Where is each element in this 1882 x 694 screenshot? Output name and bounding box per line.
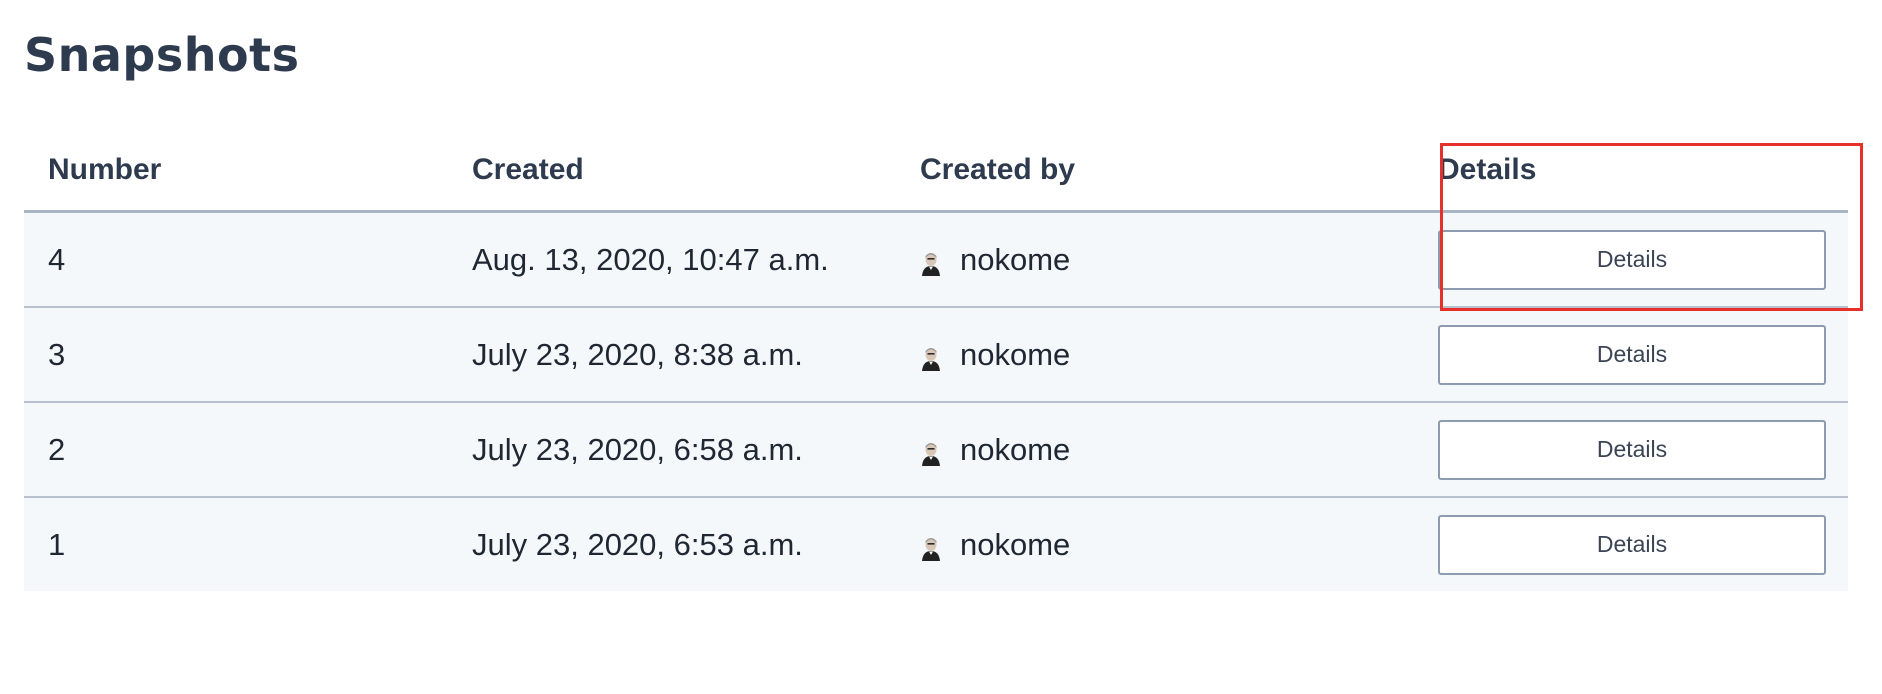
snapshot-details-cell: Details: [1438, 211, 1848, 308]
page-title: Snapshots: [24, 28, 300, 82]
snapshots-table: Number Created Created by Details 4 Aug.…: [24, 130, 1848, 591]
details-button[interactable]: Details: [1438, 514, 1826, 575]
table-header: Number Created Created by Details: [24, 130, 1848, 213]
snapshot-created: July 23, 2020, 6:58 a.m.: [472, 402, 920, 498]
table-row: 4 Aug. 13, 2020, 10:47 a.m. nokome Detai…: [24, 211, 1848, 308]
user-avatar-icon[interactable]: [920, 248, 942, 276]
table-row: 3 July 23, 2020, 8:38 a.m. nokome Detail…: [24, 307, 1848, 403]
table-row: 1 July 23, 2020, 6:53 a.m. nokome Detail…: [24, 497, 1848, 591]
snapshot-created-by: nokome: [920, 402, 1438, 498]
snapshot-created-by: nokome: [920, 307, 1438, 403]
creator-username[interactable]: nokome: [960, 527, 1070, 563]
snapshot-details-cell: Details: [1438, 497, 1848, 591]
snapshot-created: July 23, 2020, 8:38 a.m.: [472, 307, 920, 403]
snapshot-number: 3: [24, 307, 472, 403]
creator-username[interactable]: nokome: [960, 242, 1070, 278]
snapshot-created: Aug. 13, 2020, 10:47 a.m.: [472, 211, 920, 308]
column-header-created-by[interactable]: Created by: [920, 130, 1438, 213]
details-button[interactable]: Details: [1438, 324, 1826, 385]
snapshot-created-by: nokome: [920, 211, 1438, 308]
column-header-number[interactable]: Number: [24, 130, 472, 213]
user-avatar-icon[interactable]: [920, 343, 942, 371]
column-header-created[interactable]: Created: [472, 130, 920, 213]
table-header-row: Number Created Created by Details: [24, 130, 1848, 213]
details-button[interactable]: Details: [1438, 229, 1826, 290]
snapshot-created-by: nokome: [920, 497, 1438, 591]
table-row: 2 July 23, 2020, 6:58 a.m. nokome Detail…: [24, 402, 1848, 498]
table-body: 4 Aug. 13, 2020, 10:47 a.m. nokome Detai…: [24, 211, 1848, 591]
user-avatar-icon[interactable]: [920, 438, 942, 466]
column-header-details: Details: [1438, 130, 1848, 213]
snapshot-number: 1: [24, 497, 472, 591]
snapshot-created: July 23, 2020, 6:53 a.m.: [472, 497, 920, 591]
creator-username[interactable]: nokome: [960, 432, 1070, 468]
user-avatar-icon[interactable]: [920, 533, 942, 561]
creator-username[interactable]: nokome: [960, 337, 1070, 373]
snapshot-number: 4: [24, 211, 472, 308]
snapshot-details-cell: Details: [1438, 307, 1848, 403]
details-button[interactable]: Details: [1438, 419, 1826, 480]
snapshot-number: 2: [24, 402, 472, 498]
snapshot-details-cell: Details: [1438, 402, 1848, 498]
